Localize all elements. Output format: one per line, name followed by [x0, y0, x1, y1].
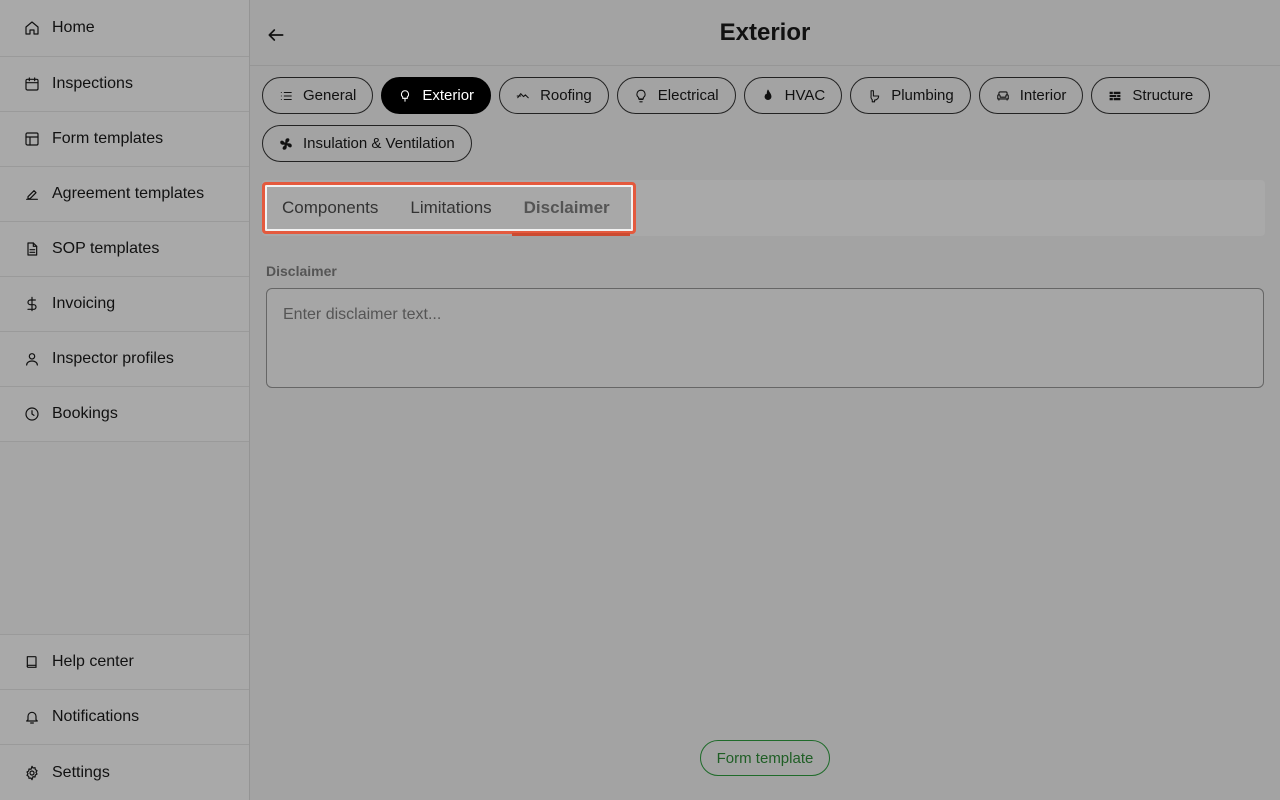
sidebar-item-label: Notifications — [52, 708, 140, 725]
chip-general[interactable]: General — [262, 77, 374, 114]
chip-label: Structure — [1132, 87, 1194, 104]
chip-structure[interactable]: Structure — [1091, 77, 1211, 114]
sidebar-item-label: Inspections — [52, 75, 133, 92]
sidebar-item-label: Inspector profiles — [52, 350, 174, 367]
flame-icon — [761, 89, 775, 103]
tabs-bar: Components Limitations Disclaimer — [262, 180, 1265, 236]
sidebar-item-label: Form templates — [52, 130, 164, 147]
chip-label: Plumbing — [891, 87, 954, 104]
sidebar-item-label: Agreement templates — [52, 185, 205, 202]
list-icon — [279, 89, 293, 103]
sidebar-item-label: Invoicing — [52, 295, 116, 312]
sidebar-item-invoicing[interactable]: Invoicing — [0, 277, 249, 332]
chip-electrical[interactable]: Electrical — [616, 77, 736, 114]
chip-insulation-ventilation[interactable]: Insulation & Ventilation — [262, 125, 472, 162]
sofa-icon — [996, 89, 1010, 103]
sidebar-item-notifications[interactable]: Notifications — [0, 690, 249, 745]
sidebar-item-sop-templates[interactable]: SOP templates — [0, 222, 249, 277]
book-icon — [24, 654, 40, 670]
chip-label: General — [303, 87, 357, 104]
sidebar-item-label: Home — [52, 19, 95, 36]
sidebar-item-label: SOP templates — [52, 240, 160, 257]
disclaimer-label: Disclaimer — [266, 263, 337, 279]
chip-exterior[interactable]: Exterior — [381, 77, 492, 114]
toilet-icon — [867, 89, 881, 103]
calendar-icon — [24, 76, 40, 92]
bell-icon — [24, 709, 40, 725]
sidebar-item-label: Settings — [52, 763, 110, 781]
chip-label: Electrical — [657, 87, 719, 104]
roof-icon — [516, 89, 530, 103]
sidebar-item-inspections[interactable]: Inspections — [0, 57, 249, 112]
chip-label: Exterior — [422, 87, 475, 104]
page-header: Exterior — [250, 0, 1280, 66]
form-template-button[interactable]: Form template — [700, 740, 830, 776]
chip-label: Interior — [1019, 87, 1067, 104]
chip-plumbing[interactable]: Plumbing — [850, 77, 971, 114]
tabs-highlight: Components Limitations Disclaimer — [262, 182, 636, 234]
signature-icon — [24, 186, 40, 202]
sidebar: Home Inspections Form templates Agreemen… — [0, 0, 250, 800]
user-icon — [24, 351, 40, 367]
layout-icon — [24, 131, 40, 147]
sidebar-item-inspector-profiles[interactable]: Inspector profiles — [0, 332, 249, 387]
category-chips: General Exterior Roofing Electrical HVAC… — [262, 77, 1262, 162]
sidebar-item-home[interactable]: Home — [0, 0, 249, 57]
sidebar-nav-bottom: Help center Notifications Settings — [0, 634, 249, 800]
tab-disclaimer[interactable]: Disclaimer — [524, 198, 610, 218]
page-title: Exterior — [719, 18, 811, 46]
chip-label: Insulation & Ventilation — [303, 135, 455, 152]
sidebar-item-label: Help center — [52, 653, 134, 670]
home-icon — [24, 20, 40, 36]
tab-components[interactable]: Components — [282, 198, 378, 218]
back-button[interactable] — [264, 23, 288, 47]
sidebar-item-bookings[interactable]: Bookings — [0, 387, 249, 442]
fan-icon — [279, 137, 293, 151]
brick-icon — [1108, 89, 1122, 103]
chip-interior[interactable]: Interior — [978, 77, 1084, 114]
chip-roofing[interactable]: Roofing — [499, 77, 609, 114]
tree-icon — [398, 89, 412, 103]
chip-label: Roofing — [540, 87, 592, 104]
active-tab-indicator — [512, 233, 630, 236]
dollar-icon — [24, 296, 40, 312]
sidebar-nav-top: Home Inspections Form templates Agreemen… — [0, 0, 249, 442]
arrow-left-icon — [268, 29, 284, 41]
main-content: Exterior General Exterior Roofing Electr… — [250, 0, 1280, 800]
sidebar-item-label: Bookings — [52, 405, 118, 422]
chip-hvac[interactable]: HVAC — [743, 77, 843, 114]
lightbulb-icon — [634, 89, 648, 103]
gear-icon — [24, 765, 40, 781]
clock-icon — [24, 406, 40, 422]
chip-label: HVAC — [784, 87, 826, 104]
sidebar-item-settings[interactable]: Settings — [0, 745, 249, 800]
sidebar-item-form-templates[interactable]: Form templates — [0, 112, 249, 167]
sidebar-item-help-center[interactable]: Help center — [0, 635, 249, 690]
document-icon — [24, 241, 40, 257]
sidebar-item-agreement-templates[interactable]: Agreement templates — [0, 167, 249, 222]
disclaimer-textarea[interactable] — [266, 288, 1264, 388]
tab-limitations[interactable]: Limitations — [410, 198, 491, 218]
